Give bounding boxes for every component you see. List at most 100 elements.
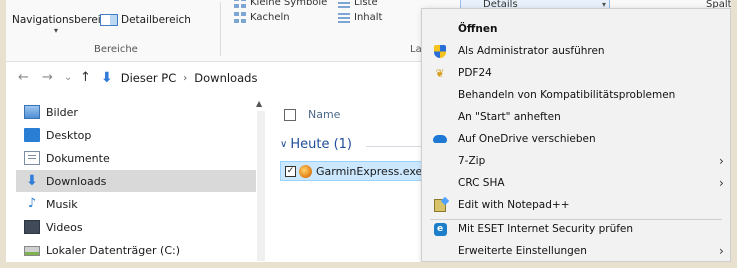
list-icon — [338, 0, 350, 8]
layout-tiles[interactable]: Kacheln — [234, 12, 290, 23]
videos-icon — [24, 220, 40, 234]
sidebar-item-label: Videos — [46, 220, 83, 234]
file-name: GarminExpress.exe — [316, 164, 423, 178]
downloads-icon: ⬇ — [101, 70, 113, 86]
sidebar-item-downloads[interactable]: ⬇ Downloads — [16, 170, 256, 192]
eset-icon-wrap: e — [433, 222, 447, 236]
breadcrumb-downloads[interactable]: Downloads — [194, 71, 257, 85]
layout-list[interactable]: Liste — [338, 0, 378, 8]
chevron-right-icon[interactable]: › — [183, 73, 187, 84]
chevron-right-icon: › — [719, 154, 724, 168]
menu-item-label: Edit with Notepad++ — [458, 199, 570, 211]
tiles-label: Kacheln — [250, 12, 290, 23]
menu-item-label: An "Start" anheften — [458, 111, 561, 123]
list-label: Liste — [354, 0, 378, 8]
notepadpp-icon — [434, 198, 446, 212]
pdf24-icon: ❦ — [435, 66, 445, 80]
chevron-down-icon[interactable]: ▾ — [54, 26, 58, 35]
sidebar-item-music[interactable]: ♪ Musik — [20, 193, 250, 215]
sidebar-item-videos[interactable]: Videos — [20, 216, 250, 238]
ribbon-group-label-layout: La — [410, 44, 422, 55]
drive-icon — [24, 246, 40, 256]
menu-item-advanced-settings[interactable]: Erweiterte Einstellungen › — [422, 240, 730, 262]
details-pane-button[interactable]: Detailbereich — [100, 14, 191, 26]
sidebar-item-documents[interactable]: Dokumente — [20, 147, 250, 169]
details-pane-icon — [100, 14, 118, 26]
group-divider — [366, 146, 426, 147]
details-pane-label: Detailbereich — [121, 14, 191, 26]
sidebar-item-label: Downloads — [46, 174, 107, 188]
group-header-today[interactable]: ∨ Heute (1) — [280, 137, 352, 152]
column-header-name[interactable]: Name — [308, 108, 340, 121]
content-icon — [338, 12, 350, 23]
pictures-icon — [24, 105, 40, 119]
menu-item-label: PDF24 — [458, 67, 492, 79]
ribbon-divider — [220, 2, 221, 56]
notepadpp-icon-wrap — [433, 198, 447, 212]
sidebar-scrollbar[interactable] — [257, 111, 265, 261]
menu-item-pin-to-start[interactable]: An "Start" anheften — [422, 106, 730, 128]
menu-item-move-to-onedrive[interactable]: Auf OneDrive verschieben — [422, 128, 730, 150]
menu-item-label: 7-Zip — [458, 155, 486, 167]
documents-icon — [24, 151, 40, 165]
menu-item-label: CRC SHA — [458, 177, 505, 189]
garmin-app-icon — [299, 164, 312, 178]
menu-item-eset-scan[interactable]: e Mit ESET Internet Security prüfen — [422, 218, 730, 240]
back-button[interactable]: ← — [18, 71, 29, 84]
layout-content[interactable]: Inhalt — [338, 12, 382, 23]
chevron-down-icon: ∨ — [280, 139, 288, 150]
explorer-window: Navigationsbereich ▾ Detailbereich Berei… — [6, 0, 731, 262]
eset-icon: e — [433, 222, 447, 236]
recent-locations-button[interactable]: ⌄ — [64, 71, 72, 84]
small-icons-icon — [234, 0, 246, 8]
forward-button[interactable]: → — [42, 71, 53, 84]
music-icon: ♪ — [27, 196, 37, 211]
menu-item-label: Als Administrator ausführen — [458, 45, 605, 57]
chevron-right-icon: › — [719, 244, 724, 258]
ribbon-group-label-panes: Bereiche — [94, 44, 138, 55]
menu-item-label: Öffnen — [458, 23, 498, 35]
sidebar-item-desktop[interactable]: Desktop — [20, 124, 250, 146]
layout-small-icons[interactable]: Kleine Symbole — [234, 0, 327, 8]
breadcrumb-this-pc[interactable]: Dieser PC — [121, 71, 177, 85]
navigation-pane-button[interactable]: Navigationsbereich — [12, 14, 113, 26]
menu-item-compatibility[interactable]: Behandeln von Kompatibilitätsproblemen — [422, 84, 730, 106]
menu-item-label: Behandeln von Kompatibilitätsproblemen — [458, 89, 676, 101]
breadcrumb[interactable]: ⬇ Dieser PC › Downloads — [101, 67, 431, 89]
table-row[interactable]: ✓ GarminExpress.exe — [280, 161, 430, 181]
menu-item-7zip[interactable]: 7-Zip › — [422, 150, 730, 172]
menu-item-open[interactable]: Öffnen — [422, 18, 730, 40]
uac-shield-icon — [434, 44, 446, 58]
context-menu: Öffnen Als Administrator ausführen ❦ PDF… — [421, 8, 731, 262]
small-icons-label: Kleine Symbole — [250, 0, 328, 8]
onedrive-icon — [433, 135, 447, 143]
downloads-icon: ⬇ — [26, 173, 38, 189]
menu-item-pdf24[interactable]: ❦ PDF24 — [422, 62, 730, 84]
group-label: Heute (1) — [290, 137, 352, 152]
content-label: Inhalt — [354, 12, 383, 23]
tiles-icon — [234, 12, 246, 23]
onedrive-icon-wrap — [433, 132, 447, 146]
menu-item-run-as-admin[interactable]: Als Administrator ausführen — [422, 40, 730, 62]
sidebar-item-label: Bilder — [46, 105, 78, 119]
desktop-icon — [24, 128, 40, 142]
file-list: Name ∨ Heute (1) ✓ GarminExpress.exe — [268, 93, 430, 262]
sidebar-item-label: Desktop — [46, 128, 92, 142]
sidebar-item-local-disk[interactable]: Lokaler Datenträger (C:) — [20, 239, 250, 261]
sidebar-item-label: Dokumente — [46, 151, 110, 165]
select-all-checkbox[interactable] — [284, 109, 296, 121]
menu-item-label: Erweiterte Einstellungen — [458, 245, 587, 257]
navigation-pane: Bilder Desktop Dokumente ⬇ Downloads ♪ M… — [6, 93, 268, 262]
sidebar-item-pictures[interactable]: Bilder — [20, 101, 250, 123]
sidebar-item-label: Lokaler Datenträger (C:) — [46, 243, 181, 257]
up-button[interactable]: ↑ — [80, 71, 91, 84]
uac-shield-icon-wrap — [433, 44, 447, 58]
menu-item-label: Mit ESET Internet Security prüfen — [458, 223, 634, 235]
menu-item-edit-notepadpp[interactable]: Edit with Notepad++ — [422, 194, 730, 216]
menu-item-crc-sha[interactable]: CRC SHA › — [422, 172, 730, 194]
menu-item-label: Auf OneDrive verschieben — [458, 133, 596, 145]
row-checkbox[interactable]: ✓ — [285, 165, 296, 177]
scroll-up-button[interactable]: ▲ — [256, 99, 262, 108]
chevron-right-icon: › — [719, 176, 724, 190]
sidebar-item-label: Musik — [46, 197, 78, 211]
